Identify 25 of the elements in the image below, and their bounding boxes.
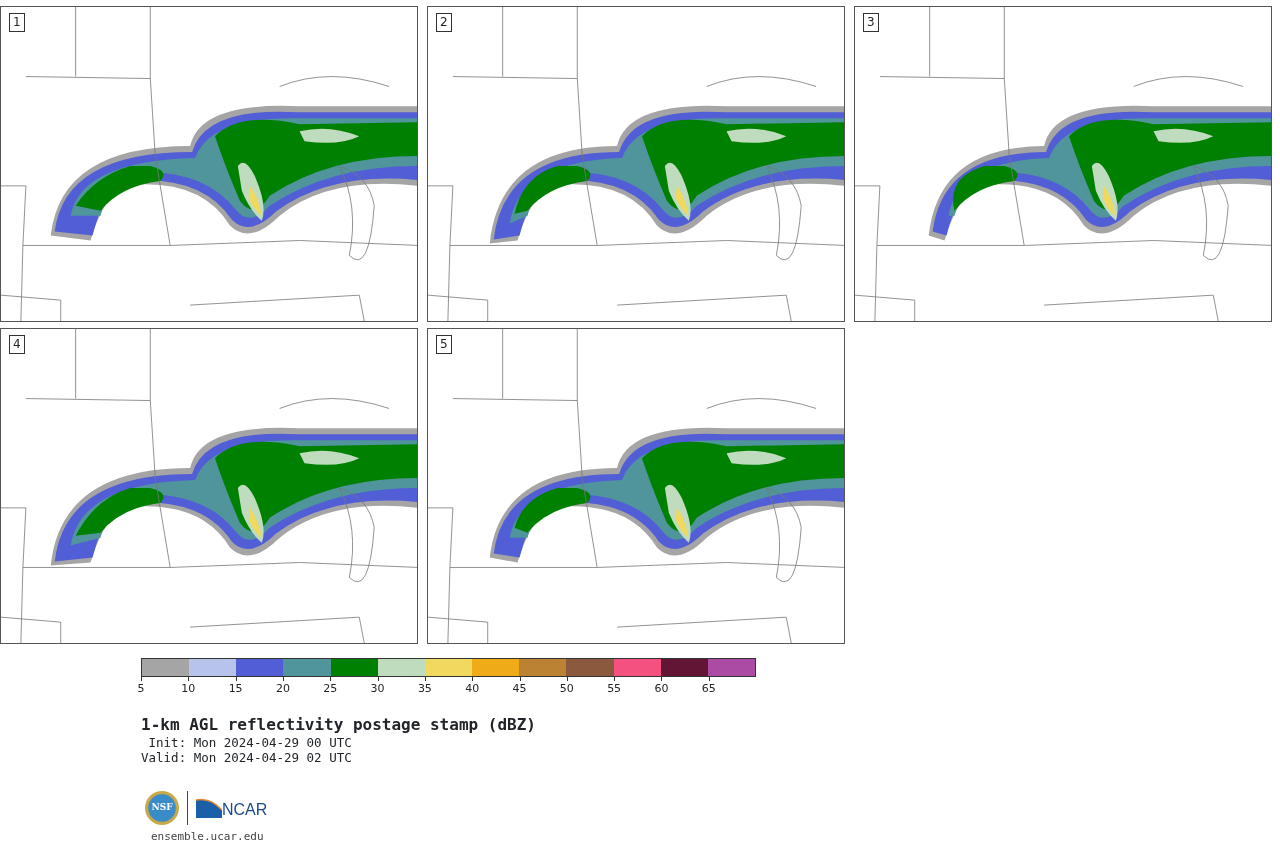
ncar-logo-text: NCAR (222, 802, 268, 818)
scale-tick-label: 55 (607, 682, 622, 695)
ncar-mark-icon (196, 798, 222, 818)
scale-tick-label: 30 (370, 682, 385, 695)
scale-tick-label: 5 (137, 682, 145, 695)
scale-tick-label: 45 (512, 682, 527, 695)
init-time: Init: Mon 2024-04-29 00 UTC (147, 735, 353, 750)
valid-time: Valid: Mon 2024-04-29 02 UTC (141, 750, 353, 765)
scale-tick-label: 40 (465, 682, 480, 695)
scale-tick-label: 20 (275, 682, 290, 695)
scale-tick-label: 60 (654, 682, 669, 695)
panel-number-label: 4 (9, 335, 25, 354)
scale-tick-label: 10 (181, 682, 196, 695)
scale-tick-label: 15 (228, 682, 243, 695)
scale-tick-label: 25 (323, 682, 338, 695)
panel-number-label: 2 (436, 13, 452, 32)
chart-title: 1-km AGL reflectivity postage stamp (dBZ) (141, 715, 537, 735)
scale-tick-label: 65 (701, 682, 716, 695)
panel-number-label: 1 (9, 13, 25, 32)
nsf-logo: NSF (145, 791, 179, 825)
scale-tick-label: 35 (417, 682, 432, 695)
website-url: ensemble.ucar.edu (151, 829, 265, 844)
panel-number-label: 5 (436, 335, 452, 354)
panel-number-label: 3 (863, 13, 879, 32)
scale-tick-label: 50 (559, 682, 574, 695)
